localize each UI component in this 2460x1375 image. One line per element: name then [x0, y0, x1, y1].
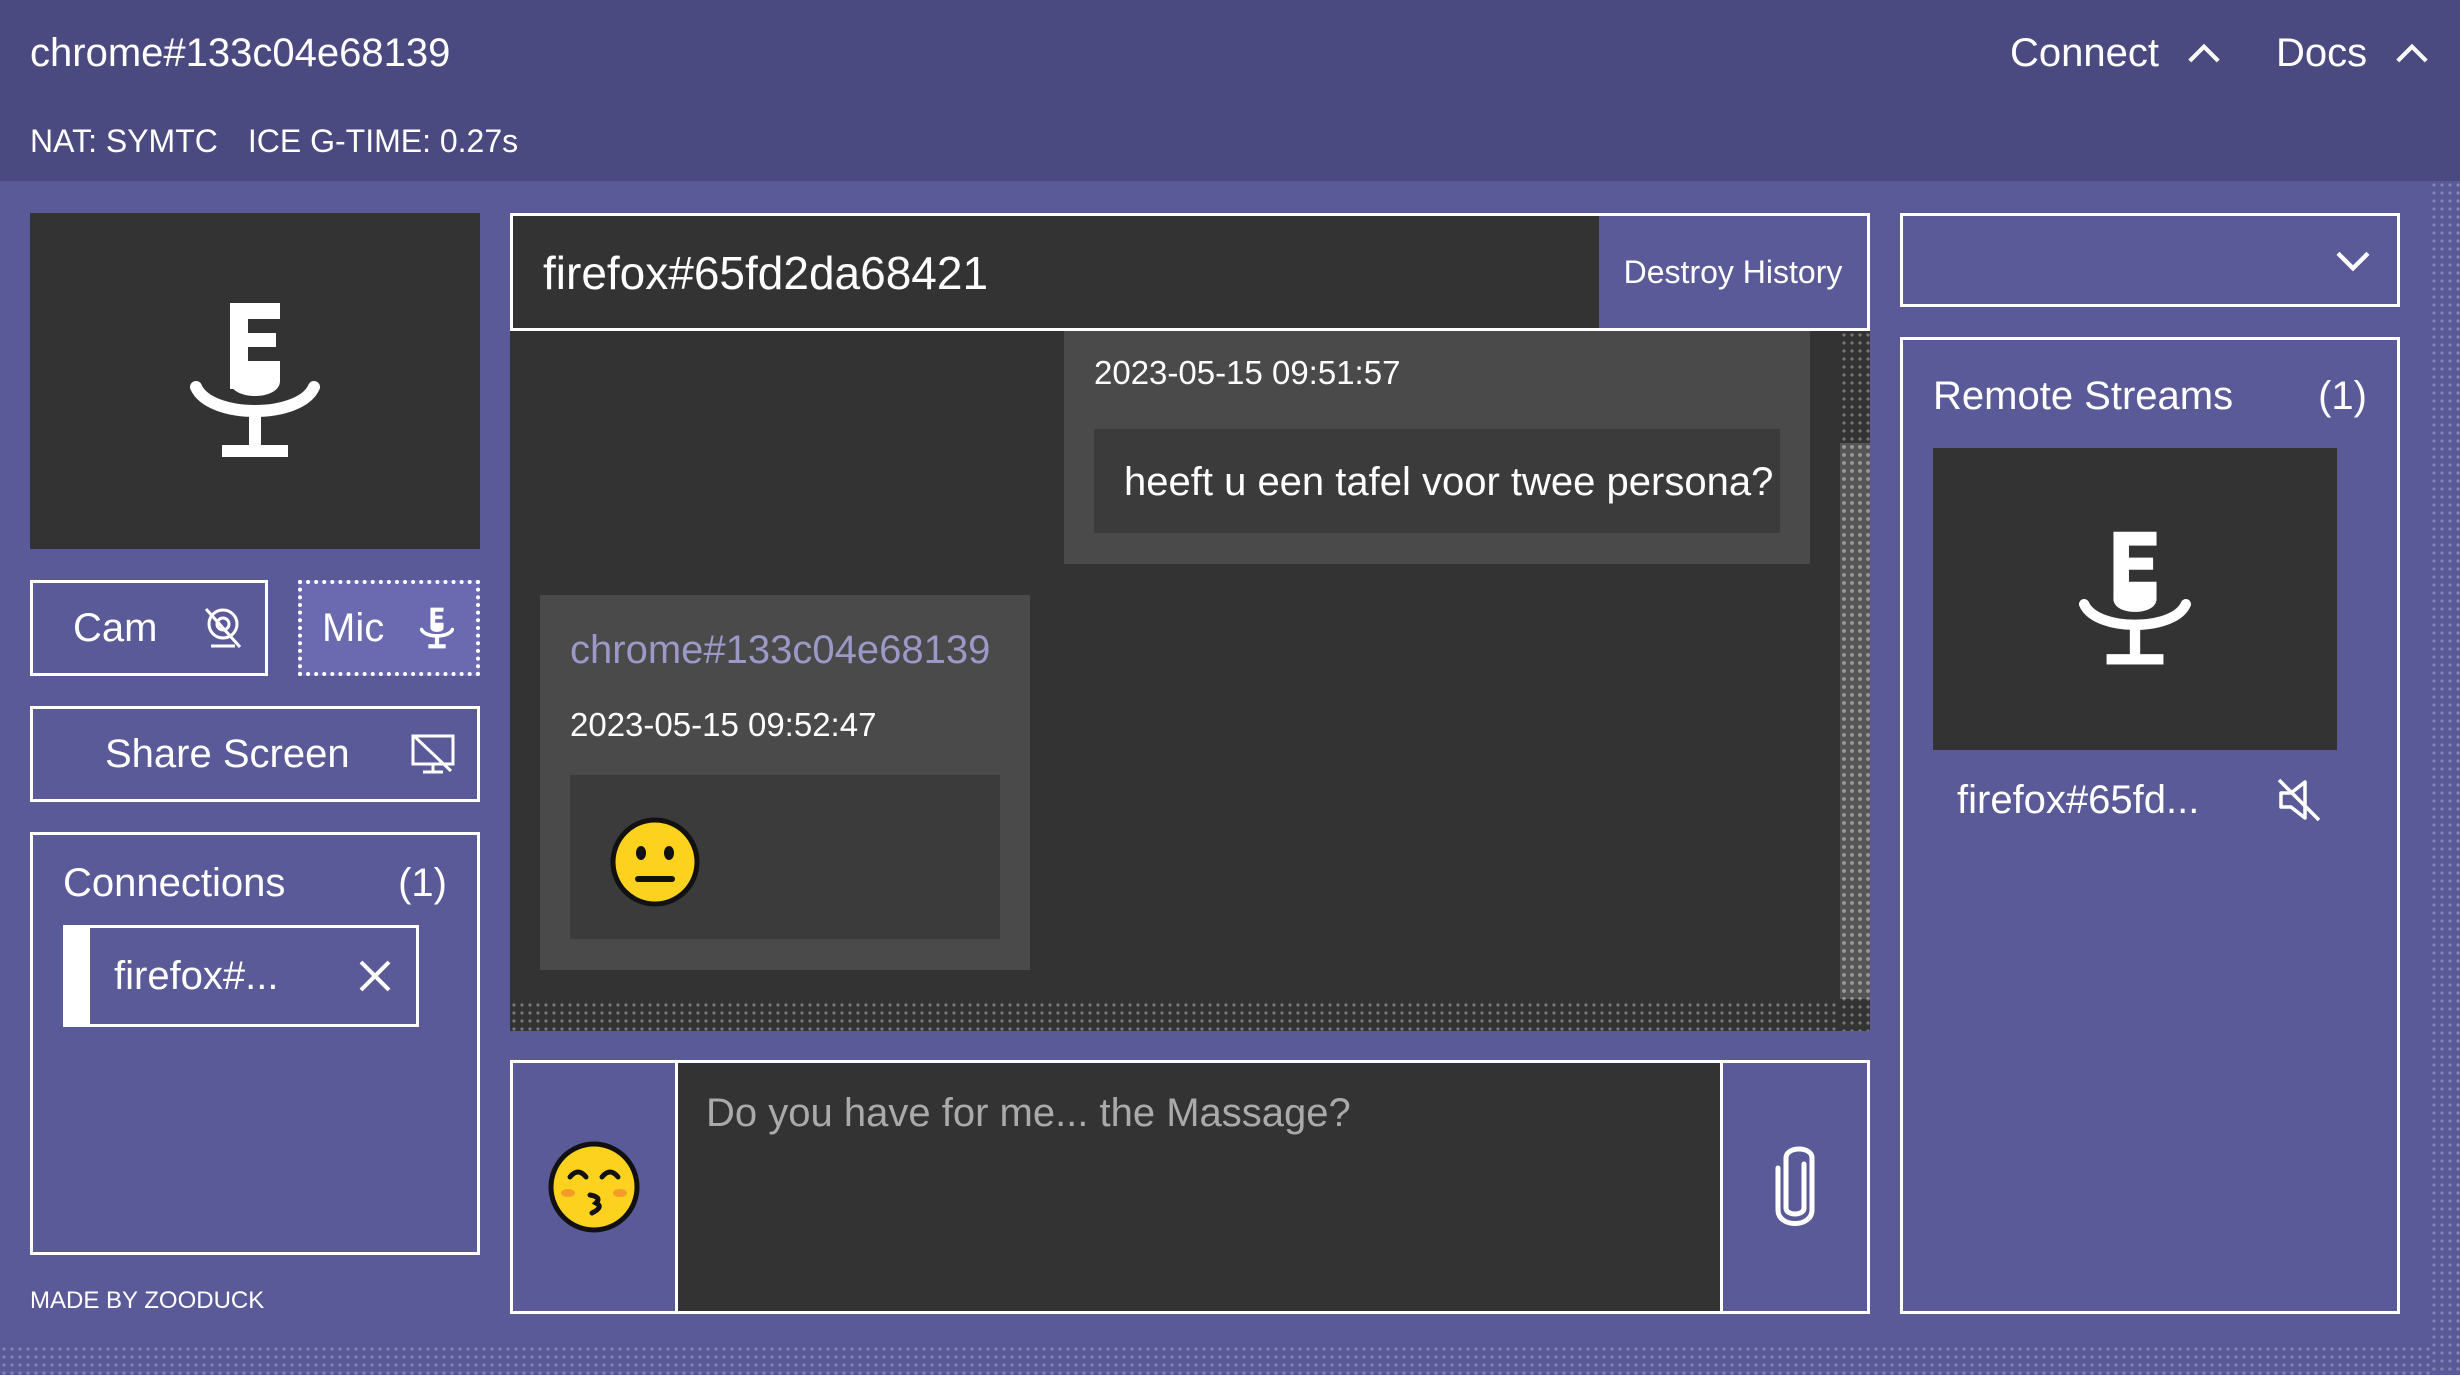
chat-scrollbar-horizontal[interactable]: [510, 1001, 1840, 1031]
nav-connect-label: Connect: [2010, 31, 2159, 75]
microphone-icon: [190, 303, 320, 457]
connections-header: Connections (1): [33, 857, 477, 909]
connections-count: (1): [398, 861, 447, 905]
cam-button[interactable]: Cam: [30, 580, 268, 676]
page-scrollbar-vertical[interactable]: [2430, 181, 2460, 1375]
paperclip-icon: [1775, 1146, 1815, 1226]
cam-button-label: Cam: [73, 605, 158, 650]
share-screen-label: Share Screen: [105, 731, 350, 776]
emoji-picker-button[interactable]: [513, 1063, 675, 1311]
message-composer: [510, 1060, 1870, 1314]
page-scrollbar-horizontal[interactable]: [0, 1345, 2430, 1375]
camera-off-icon: [204, 607, 242, 649]
attach-file-button[interactable]: [1723, 1063, 1867, 1311]
nat-type: NAT: SYMTC: [30, 123, 218, 159]
screen-share-off-icon: [411, 734, 455, 774]
chat-header: firefox#65fd2da68421 Destroy History: [510, 213, 1870, 331]
nav-docs[interactable]: Docs: [2276, 26, 2431, 80]
stream-select-dropdown[interactable]: [1900, 213, 2400, 307]
speaker-muted-icon[interactable]: [2275, 776, 2323, 824]
destroy-history-button[interactable]: Destroy History: [1599, 216, 1867, 328]
message-input[interactable]: [675, 1063, 1723, 1311]
message-body: [570, 775, 1000, 939]
chevron-down-icon: [2336, 251, 2370, 272]
neutral-face-emoji: [610, 817, 700, 907]
close-icon[interactable]: [358, 959, 392, 993]
ice-gather-time: ICE G-TIME: 0.27s: [247, 123, 519, 159]
local-preview: [30, 213, 480, 549]
message-body: heeft u een tafel voor twee persona?: [1094, 429, 1780, 533]
message-received: chrome#133c04e68139 2023-05-15 09:52:47: [540, 595, 1030, 970]
message-sent: 2023-05-15 09:51:57 heeft u een tafel vo…: [1064, 331, 1810, 564]
remote-stream-name: firefox#65fd...: [1957, 778, 2200, 822]
remote-streams-header: Remote Streams (1): [1903, 370, 2397, 422]
message-time: 2023-05-15 09:51:57: [1094, 354, 1401, 391]
chevron-up-icon: [2396, 43, 2428, 63]
connection-item-label: firefox#...: [114, 953, 279, 998]
chat-peer-id: firefox#65fd2da68421: [543, 247, 989, 299]
remote-streams-panel: Remote Streams (1) firefox#65fd...: [1900, 337, 2400, 1314]
remote-stream-video[interactable]: [1933, 448, 2337, 750]
kissing-smiling-eyes-emoji: [548, 1141, 640, 1233]
share-screen-button[interactable]: Share Screen: [30, 706, 480, 802]
mic-button[interactable]: Mic: [298, 580, 480, 676]
connection-item[interactable]: firefox#...: [63, 925, 419, 1027]
remote-streams-title: Remote Streams: [1933, 374, 2234, 418]
chat-scrollbar-thumb[interactable]: [1840, 443, 1870, 999]
microphone-icon: [420, 607, 454, 649]
message-sender: chrome#133c04e68139: [570, 628, 991, 672]
microphone-icon: [2079, 531, 2191, 665]
chat-scrollbar-vertical[interactable]: [1840, 331, 1870, 1031]
local-peer-id: chrome#133c04e68139: [30, 31, 451, 75]
message-text: heeft u een tafel voor twee persona?: [1124, 460, 1774, 504]
connections-title: Connections: [63, 861, 286, 905]
chat-messages[interactable]: 2023-05-15 09:51:57 heeft u een tafel vo…: [510, 331, 1870, 1031]
nav-docs-label: Docs: [2276, 31, 2368, 75]
connections-panel: Connections (1) firefox#...: [30, 832, 480, 1255]
chevron-up-icon: [2188, 43, 2220, 63]
network-stats: NAT: SYMTC ICE G-TIME: 0.27s: [30, 120, 518, 162]
remote-streams-count: (1): [2318, 374, 2367, 418]
message-time: 2023-05-15 09:52:47: [570, 706, 877, 743]
mic-button-label: Mic: [322, 605, 385, 650]
credit-footer: MADE BY ZOODUCK: [30, 1287, 265, 1314]
nav-connect[interactable]: Connect: [2010, 26, 2223, 80]
